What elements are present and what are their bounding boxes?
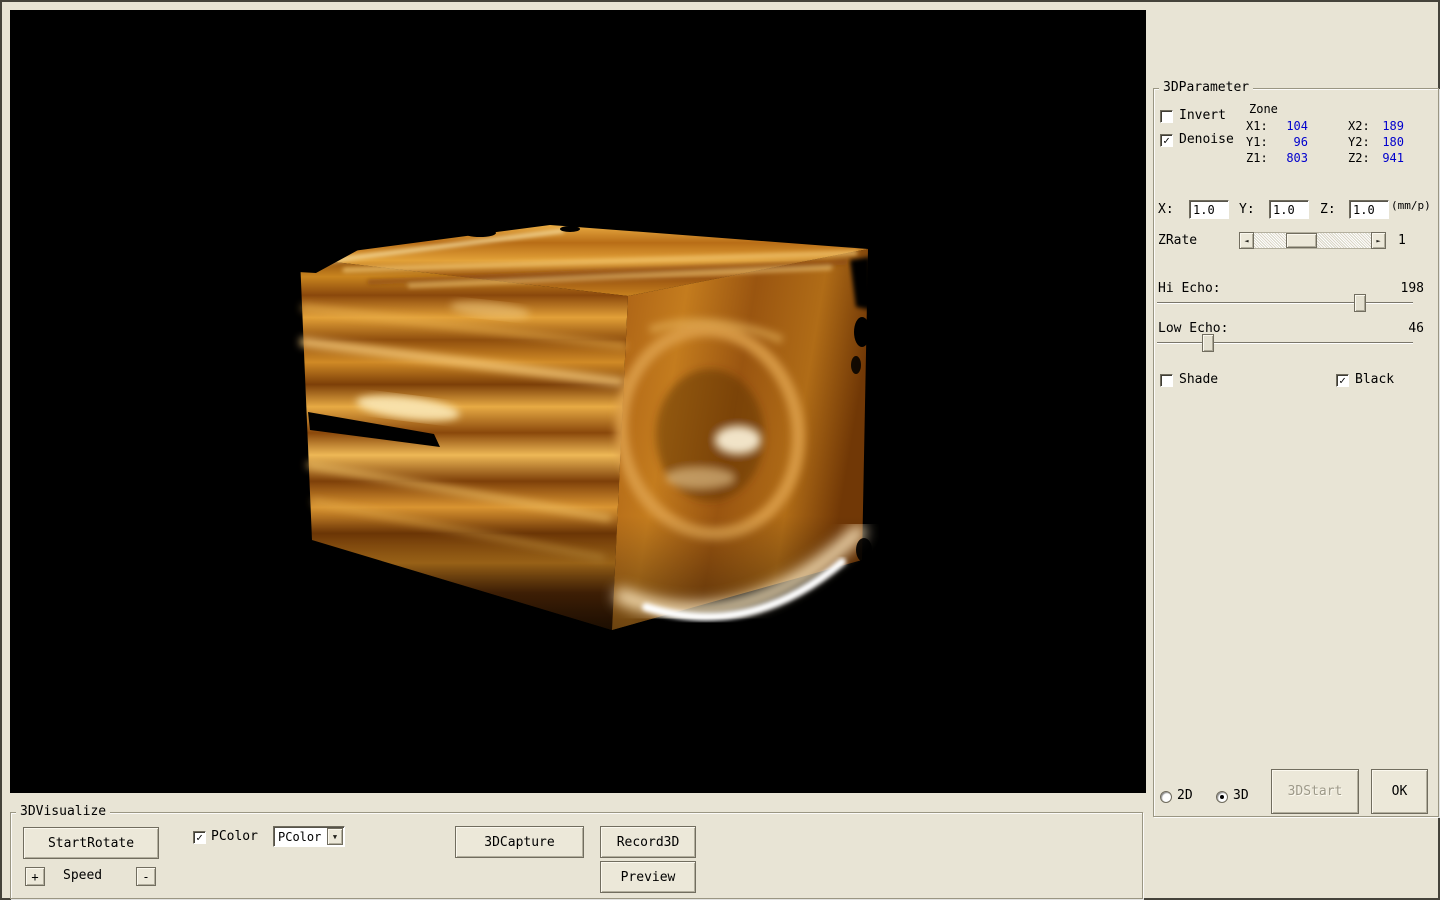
zone-y1-label: Y1: <box>1246 134 1268 150</box>
hi-echo-label: Hi Echo: <box>1158 281 1221 297</box>
black-checkbox[interactable]: ✓ <box>1336 374 1349 387</box>
mode-2d-radio[interactable] <box>1160 791 1172 803</box>
ok-button[interactable]: OK <box>1371 769 1428 814</box>
hi-echo-slider-thumb[interactable] <box>1354 294 1366 312</box>
visualize-groupbox: 3DVisualize StartRotate ✓ PColor PColor … <box>10 812 1143 899</box>
pcolor-checkbox[interactable]: ✓ <box>193 831 206 844</box>
visualize-groupbox-title: 3DVisualize <box>16 804 110 820</box>
scale-z-label: Z: <box>1320 202 1336 218</box>
zone-y1-value: 96 <box>1274 134 1308 150</box>
zrate-label: ZRate <box>1158 233 1197 249</box>
arrow-right-icon: ► <box>1376 237 1380 245</box>
zone-z1-label: Z1: <box>1246 150 1268 166</box>
dropdown-arrow-button[interactable]: ▼ <box>327 828 343 845</box>
speed-plus-button[interactable]: + <box>25 867 45 886</box>
app-window: 3DParameter Invert ✓ Denoise Zone X1: 10… <box>0 0 1440 900</box>
hi-echo-value: 198 <box>1382 281 1424 297</box>
zone-z1-value: 803 <box>1274 150 1308 166</box>
zone-x2-value: 189 <box>1376 118 1404 134</box>
check-icon: ✓ <box>1163 135 1170 146</box>
zone-x1-label: X1: <box>1246 118 1268 134</box>
pcolor-dropdown[interactable]: PColor ▼ <box>273 826 345 847</box>
zone-z2-label: Z2: <box>1348 150 1370 166</box>
scale-unit-label: (mm/p) <box>1391 198 1431 214</box>
zrate-scroll-track[interactable] <box>1254 232 1371 249</box>
chevron-down-icon: ▼ <box>333 833 337 841</box>
volume-render-3d <box>10 10 1146 793</box>
start-rotate-button[interactable]: StartRotate <box>23 827 159 859</box>
zrate-value: 1 <box>1398 233 1406 249</box>
mode-2d-label: 2D <box>1177 788 1193 804</box>
speed-minus-button[interactable]: - <box>136 867 156 886</box>
pcolor-label: PColor <box>211 829 258 845</box>
shade-label: Shade <box>1179 372 1218 388</box>
zone-y2-value: 180 <box>1376 134 1404 150</box>
arrow-left-icon: ◄ <box>1244 237 1248 245</box>
zone-z2-value: 941 <box>1376 150 1404 166</box>
hi-echo-slider-track[interactable] <box>1157 302 1413 304</box>
param-groupbox-title: 3DParameter <box>1159 80 1253 96</box>
scale-y-label: Y: <box>1239 202 1255 218</box>
pcolor-dropdown-value: PColor <box>274 830 326 844</box>
mode-3d-radio[interactable] <box>1216 791 1228 803</box>
mode-3d-label: 3D <box>1233 788 1249 804</box>
zrate-scroll-right-button[interactable]: ► <box>1371 232 1386 249</box>
check-icon: ✓ <box>1339 375 1346 386</box>
scale-z-input[interactable] <box>1349 200 1389 219</box>
invert-label: Invert <box>1179 108 1226 124</box>
zone-x1-value: 104 <box>1274 118 1308 134</box>
zrate-scroll-thumb[interactable] <box>1286 233 1317 248</box>
3dstart-button[interactable]: 3DStart <box>1271 769 1359 814</box>
low-echo-label: Low Echo: <box>1158 321 1228 337</box>
zone-title: Zone <box>1249 101 1278 117</box>
low-echo-value: 46 <box>1382 321 1424 337</box>
speed-label: Speed <box>63 868 102 884</box>
render-viewport[interactable] <box>10 10 1146 793</box>
black-label: Black <box>1355 372 1394 388</box>
scale-x-input[interactable] <box>1189 200 1229 219</box>
shade-checkbox[interactable] <box>1160 374 1173 387</box>
zrate-scrollbar[interactable]: ◄ ► <box>1239 232 1386 249</box>
zone-x2-label: X2: <box>1348 118 1370 134</box>
scale-y-input[interactable] <box>1269 200 1309 219</box>
denoise-label: Denoise <box>1179 132 1234 148</box>
zrate-scroll-left-button[interactable]: ◄ <box>1239 232 1254 249</box>
scale-x-label: X: <box>1158 202 1174 218</box>
low-echo-slider-track[interactable] <box>1157 342 1413 344</box>
low-echo-slider-thumb[interactable] <box>1202 334 1214 352</box>
3dcapture-button[interactable]: 3DCapture <box>455 826 584 858</box>
check-icon: ✓ <box>196 832 203 843</box>
invert-checkbox[interactable] <box>1160 110 1173 123</box>
denoise-checkbox[interactable]: ✓ <box>1160 134 1173 147</box>
record3d-button[interactable]: Record3D <box>600 826 696 858</box>
preview-button[interactable]: Preview <box>600 861 696 893</box>
param-groupbox: 3DParameter Invert ✓ Denoise Zone X1: 10… <box>1153 88 1439 817</box>
zone-y2-label: Y2: <box>1348 134 1370 150</box>
